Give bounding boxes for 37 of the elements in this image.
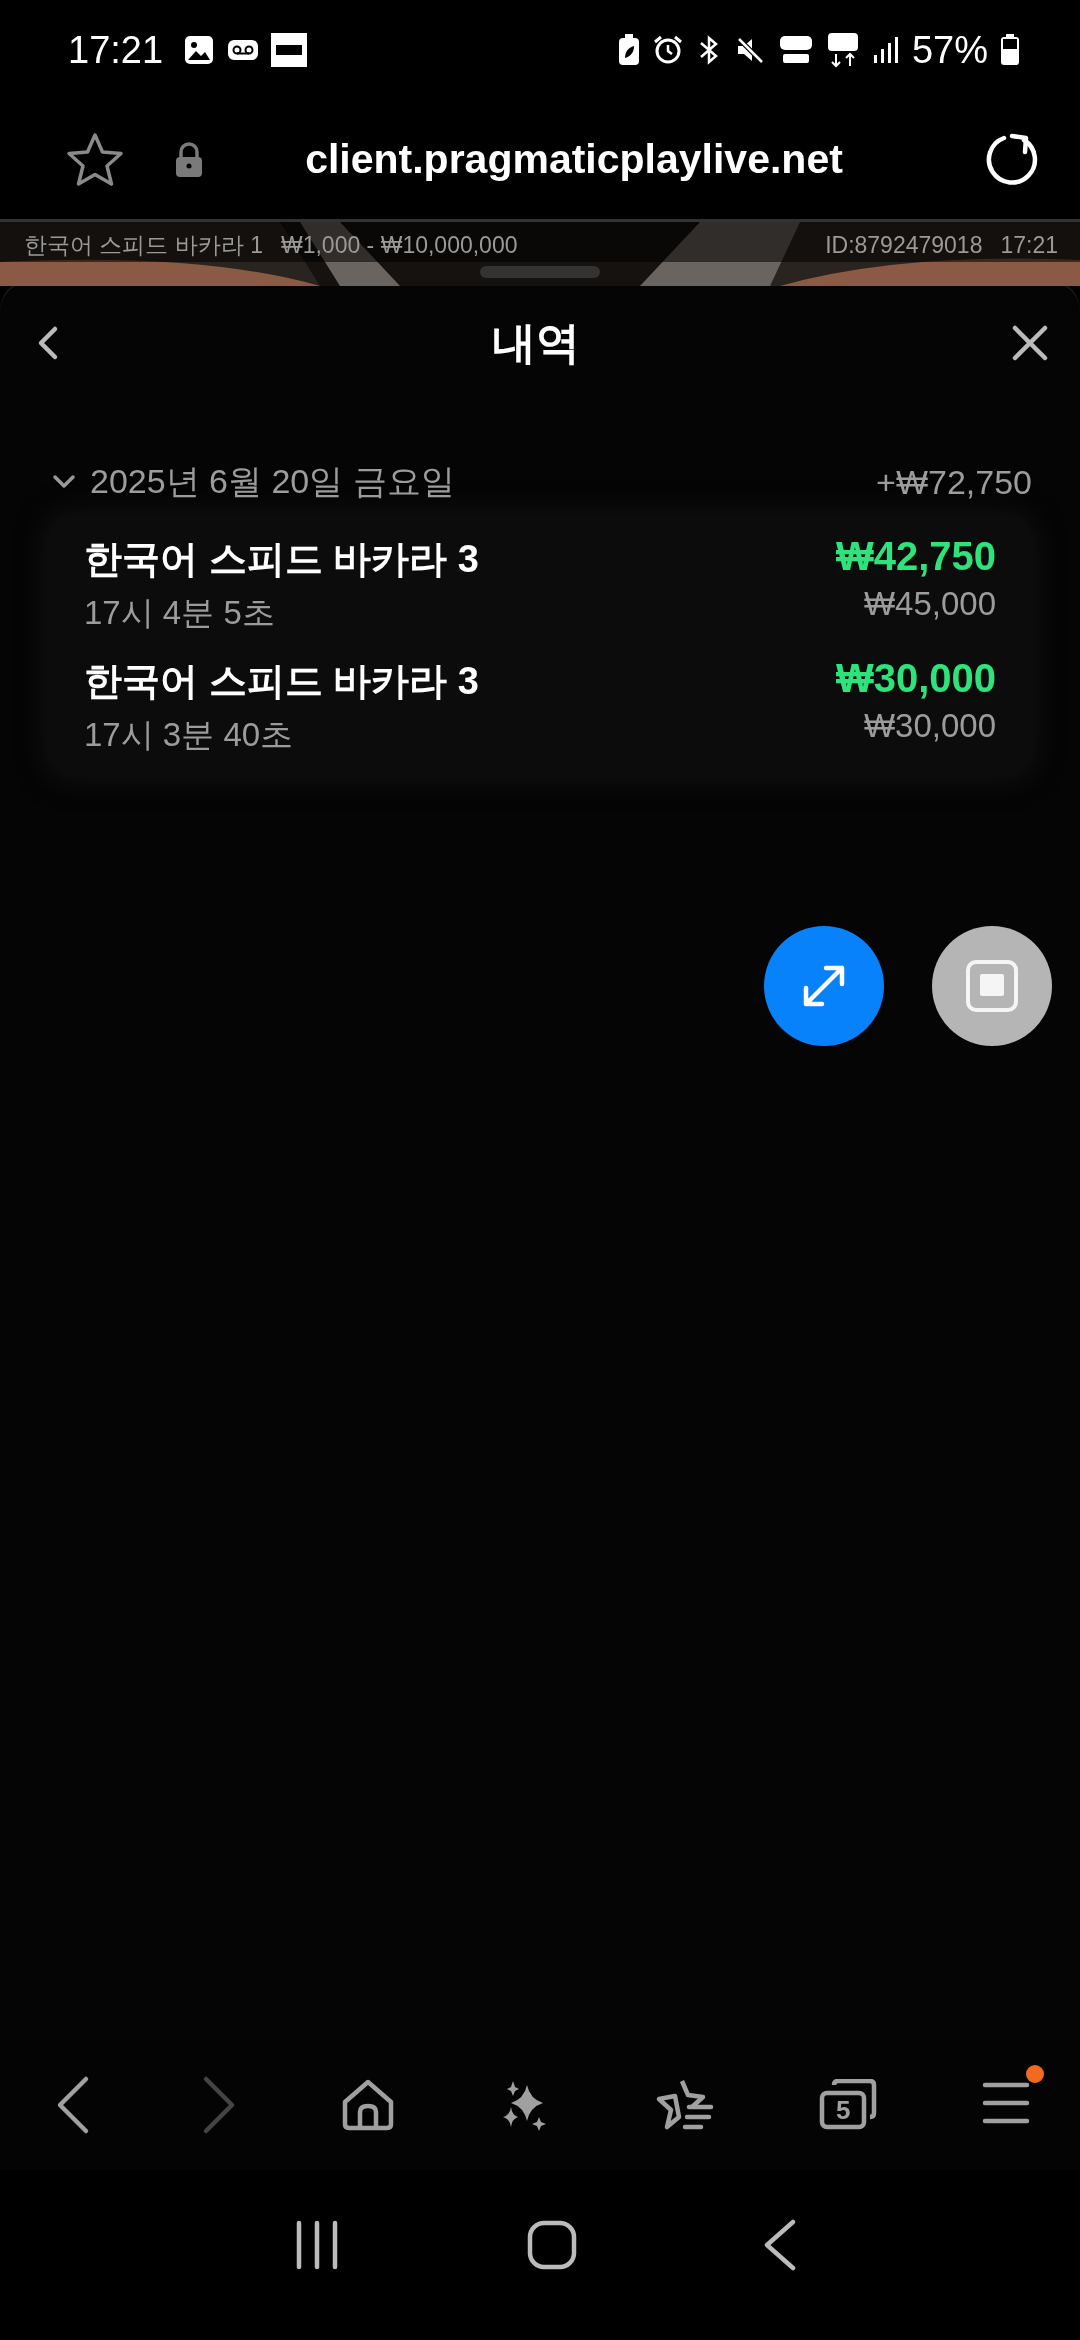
payout-amount: ₩42,750 [835,534,996,579]
table-name: 한국어 스피드 바카라 1 [24,230,263,260]
bookmark-star-icon[interactable] [66,131,124,188]
day-total: +₩72,750 [876,462,1032,502]
menu-icon[interactable] [981,2081,1030,2125]
bet-amount: ₩30,000 [863,707,996,745]
game-time: 17:21 [1000,231,1058,259]
payout-amount: ₩30,000 [835,656,996,701]
stop-icon [964,958,1020,1014]
game-name: 한국어 스피드 바카라 3 [84,659,479,704]
signal-icon [871,35,900,65]
alarm-icon [651,34,684,66]
reload-icon[interactable] [984,131,1040,188]
close-icon[interactable] [1012,325,1048,361]
home-icon[interactable] [341,2078,396,2132]
bet-amount: ₩45,000 [863,585,996,623]
battery-saver-icon [617,34,640,66]
home-button-icon[interactable] [527,2220,577,2270]
bet-limits: ₩1,000 - ₩10,000,000 [280,231,518,259]
date-heading[interactable]: 2025년 6월 20일 금요일 [90,459,455,505]
panel-title: 내역 [492,316,580,369]
gallery-icon [183,34,216,66]
round-time: 17시 4분 5초 [84,593,276,633]
network-icon [825,32,860,68]
round-time: 17시 3분 40초 [84,715,295,755]
status-time: 17:21 [68,28,164,72]
app-icon [271,33,308,67]
player-id: ID:8792479018 [825,231,983,259]
battery-percent: 57% [911,28,988,72]
battery-icon [1000,34,1020,66]
back-icon[interactable] [36,325,60,361]
system-back-icon[interactable] [763,2219,797,2271]
hd-voice-icon [777,34,814,66]
game-name: 한국어 스피드 바카라 3 [84,537,479,582]
lock-icon [174,141,204,178]
url-text[interactable]: client.pragmaticplaylive.net [204,136,944,183]
voicemail-icon [227,39,260,61]
